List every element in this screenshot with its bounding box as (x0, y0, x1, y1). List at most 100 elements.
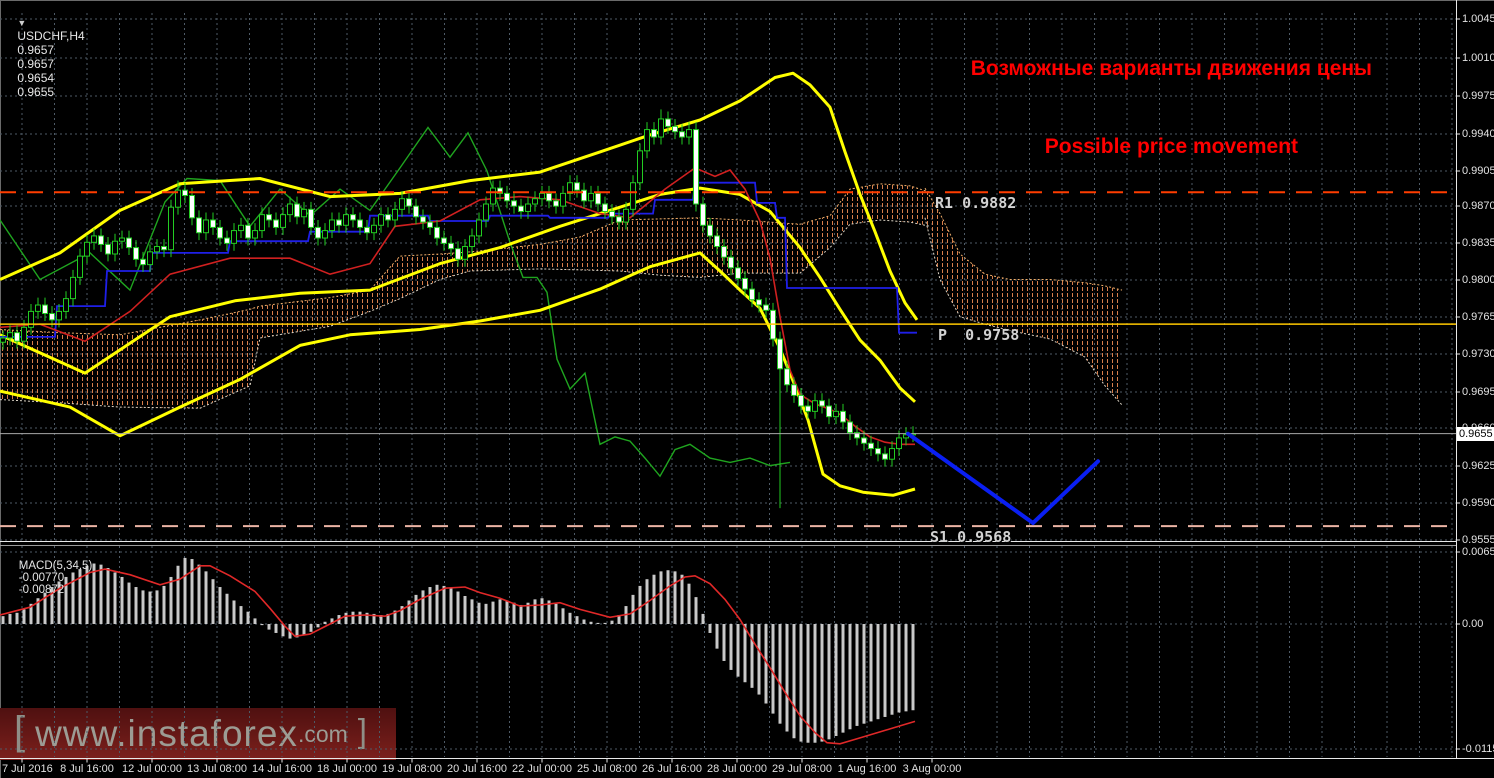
macd-histogram-bar (911, 624, 915, 711)
candle-body (399, 198, 405, 210)
candle-body (70, 276, 76, 300)
candle-body (749, 288, 755, 301)
macd-histogram-bar (449, 588, 453, 624)
candle-body (588, 192, 594, 202)
time-axis-label: 8 Jul 16:00 (60, 763, 114, 775)
candle-body (861, 437, 867, 444)
candle-body (826, 405, 832, 418)
macd-histogram-bar (785, 624, 789, 732)
time-axis-label: 1 Aug 16:00 (837, 763, 897, 775)
candle-body (294, 203, 300, 218)
macd-histogram-bar (183, 557, 187, 624)
price-axis-label: 0.9905 (1462, 165, 1494, 177)
macd-histogram-bar (414, 594, 418, 624)
macd-histogram-bar (463, 596, 467, 624)
macd-histogram-bar (834, 624, 838, 736)
price-axis-label: 0.9870 (1462, 200, 1494, 212)
chart-window: [ www.instaforex .com ] ▼ USDCHF,H4 0.96… (0, 0, 1494, 778)
candle-body (224, 237, 230, 244)
macd-histogram-bar (519, 604, 523, 624)
candle-body (161, 246, 167, 251)
macd-histogram-bar (827, 624, 831, 740)
macd-histogram-bar (638, 585, 642, 624)
candle-body (539, 192, 545, 200)
macd-histogram-bar (225, 593, 229, 624)
candle-body (847, 421, 853, 434)
macd-histogram-bar (316, 624, 320, 628)
candle-body (140, 258, 146, 266)
candle-body (126, 237, 132, 249)
candle-body (511, 200, 517, 207)
macd-histogram-bar (491, 601, 495, 624)
annotation-line-en: Possible price movement (1044, 135, 1298, 158)
macd-histogram-bar (708, 624, 712, 633)
price-axis-label: 0.9975 (1462, 90, 1494, 102)
macd-histogram-bar (736, 624, 740, 677)
macd-histogram-bar (428, 587, 432, 624)
candle-body (504, 192, 510, 202)
candle-body (301, 208, 307, 218)
macd-histogram-bar (792, 624, 796, 739)
candle-body (672, 125, 678, 133)
macd-histogram-bar (876, 624, 880, 720)
candle-body (791, 384, 797, 396)
price-axis-label: 0.9625 (1462, 460, 1494, 472)
macd-histogram-bar (1, 616, 5, 624)
macd-histogram-bar (778, 624, 782, 724)
indicator-lines (0, 71, 919, 497)
candle-body (378, 214, 384, 226)
candle-body (91, 235, 97, 243)
macd-histogram-bar (855, 624, 859, 726)
price-axis-label: 0.9835 (1462, 237, 1494, 249)
symbol-title[interactable]: ▼ USDCHF,H4 0.9657 0.9657 0.9654 0.9655 (4, 1, 88, 113)
symbol-name: USDCHF,H4 (17, 29, 85, 43)
macd-histogram-bar (841, 624, 845, 733)
candle-body (805, 405, 811, 412)
macd-histogram-bar (99, 564, 103, 624)
macd-indicator-label: MACD(5,34,5) -0.00770 -0.00872 (6, 548, 93, 608)
candle-body (868, 442, 874, 450)
candle-body (154, 246, 160, 253)
candle-body (266, 214, 272, 221)
quote-low: 0.9654 (17, 71, 55, 85)
macd-histogram-bar (162, 585, 166, 624)
macd-histogram-bar (106, 568, 110, 624)
macd-histogram-bar (813, 624, 817, 743)
prediction-line (906, 431, 1100, 525)
candle-body (840, 410, 846, 423)
quote-close: 0.9655 (17, 85, 55, 99)
macd-histogram-bar (568, 612, 572, 624)
macd-histogram-bar (666, 570, 670, 624)
candle-body (322, 230, 328, 239)
candle-body (644, 129, 650, 152)
macd-histogram-bar (253, 618, 257, 624)
quote-high: 0.9657 (17, 57, 55, 71)
candle-body (630, 182, 636, 210)
candle-body (679, 131, 685, 138)
symbol-dropdown-icon[interactable]: ▼ (17, 18, 26, 28)
candle-body (784, 368, 790, 386)
candle-body (882, 453, 888, 460)
candle-body (798, 394, 804, 407)
macd-histogram-bar (470, 599, 474, 624)
macd-histogram-bar (246, 611, 250, 624)
macd-histogram-bar (477, 602, 481, 624)
candle-body (889, 448, 895, 460)
price-axis-label: 1.0045 (1462, 13, 1494, 25)
candle-body (42, 304, 48, 315)
macd-histogram-bar (722, 624, 726, 661)
macd-axis-label: 0.00 (1462, 618, 1484, 630)
macd-signal-value: -0.00872 (18, 584, 65, 596)
macd-histogram-bar (883, 624, 887, 717)
time-axis-label: 19 Jul 08:00 (382, 763, 442, 775)
price-axis-label: 0.9800 (1462, 274, 1494, 286)
time-axis-label: 26 Jul 16:00 (642, 763, 702, 775)
macd-histogram-bar (659, 571, 663, 624)
candle-body (21, 326, 27, 342)
macd-histogram-bar (540, 598, 544, 624)
candle-body (742, 277, 748, 290)
candle-body (686, 129, 692, 138)
candle-body (182, 189, 188, 197)
macd-histogram-bar (869, 624, 873, 722)
candle-body (812, 400, 818, 412)
